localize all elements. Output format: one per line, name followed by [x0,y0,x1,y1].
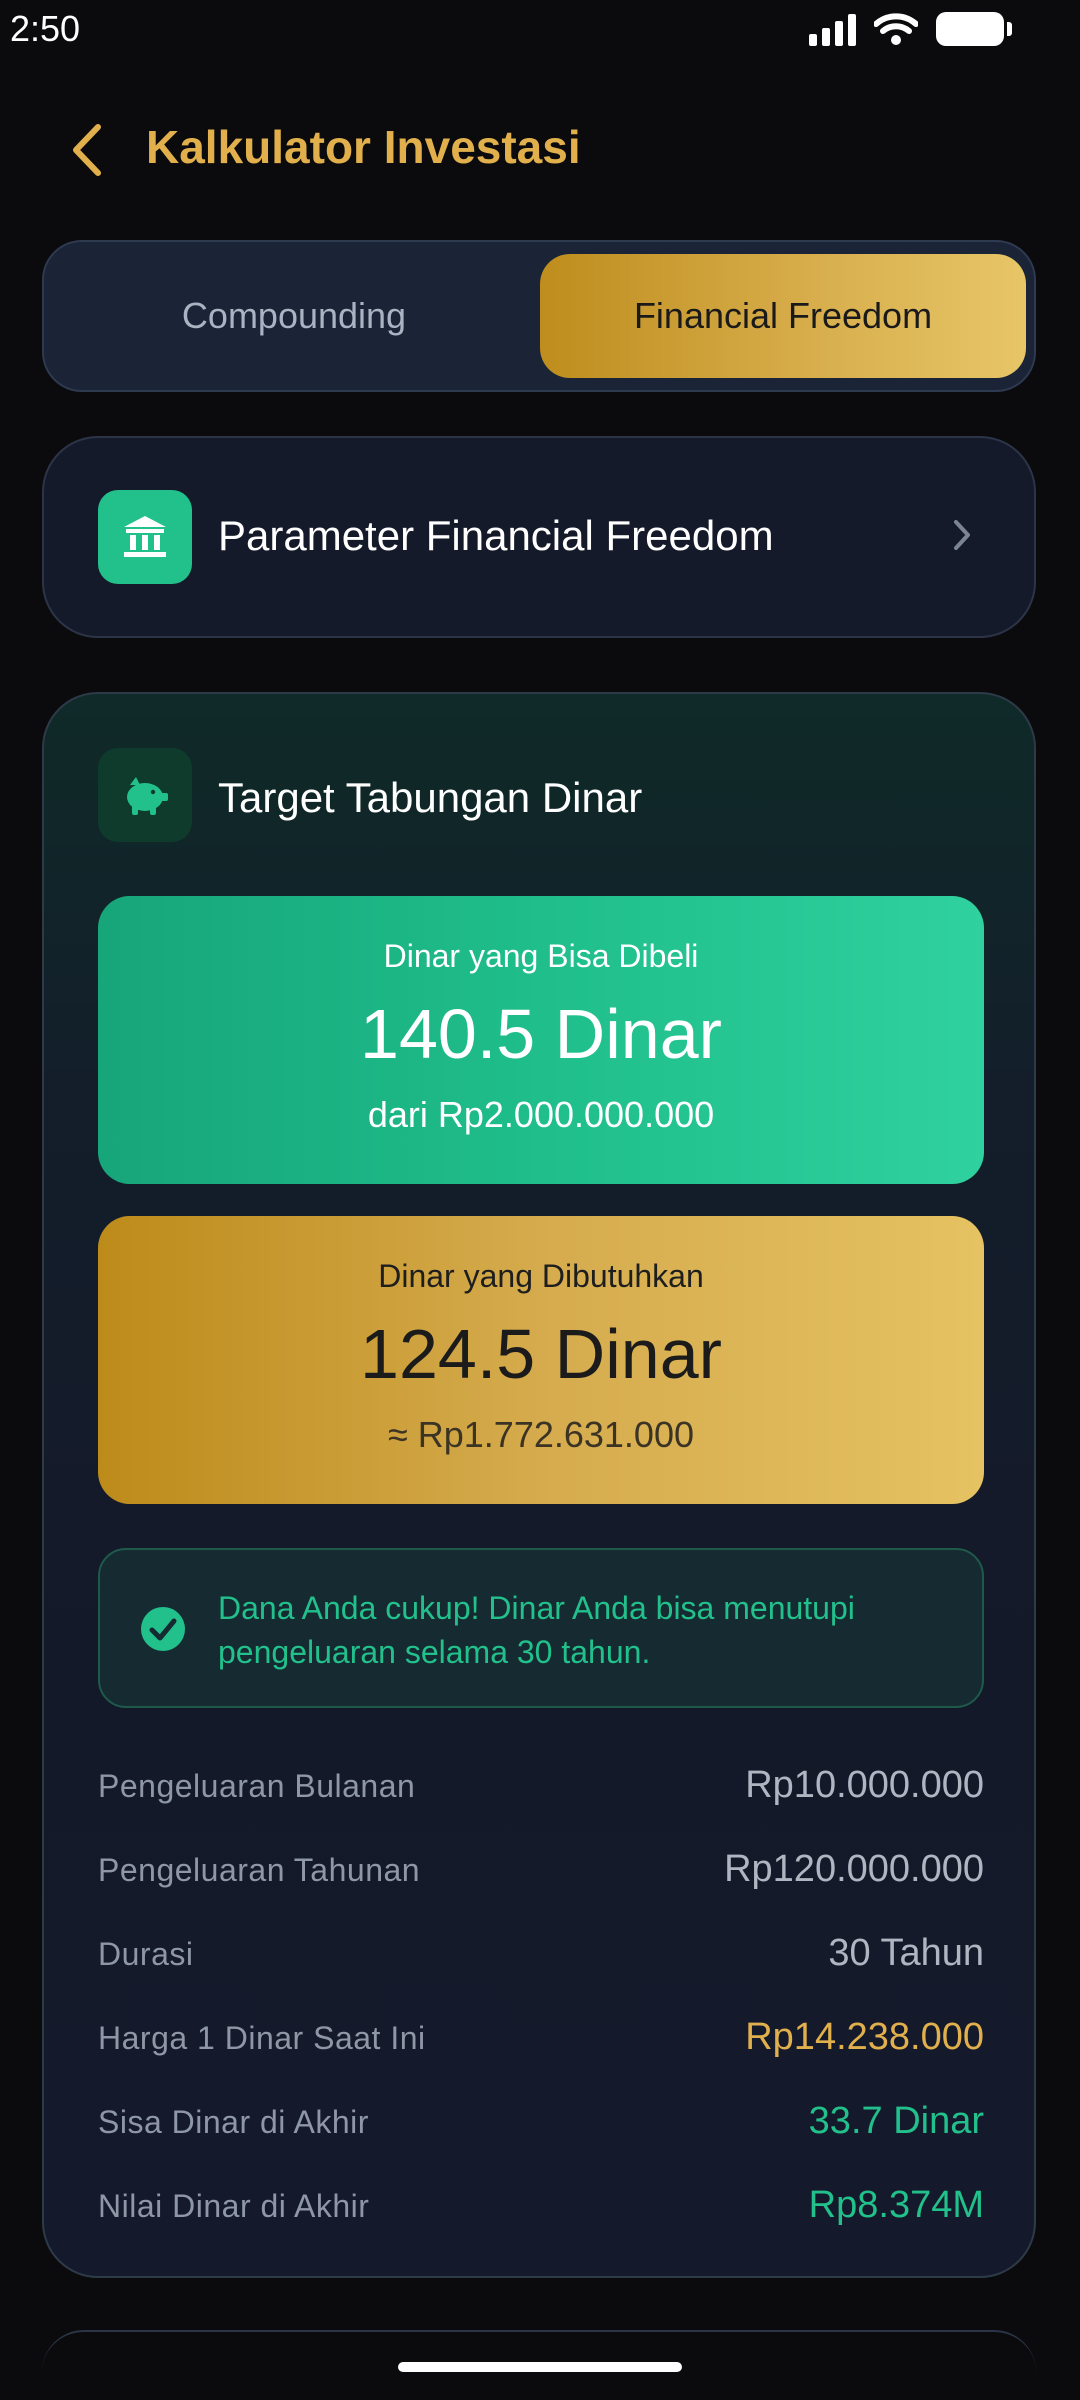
battery-icon [936,12,1012,46]
row-label: Nilai Dinar di Akhir [98,2188,370,2224]
dinar-buyable-label: Dinar yang Bisa Dibeli [383,938,699,974]
dinar-buyable-box: Dinar yang Bisa Dibeli 140.5 Dinar dari … [98,896,984,1184]
row-value: Rp8.374M [808,2184,984,2226]
status-bar: 2:50 [0,0,1080,62]
row-label: Harga 1 Dinar Saat Ini [98,2020,426,2056]
dinar-needed-value: 124.5 Dinar [360,1315,722,1393]
mode-tabs: Compounding Financial Freedom [42,240,1036,392]
status-icons [809,12,1012,46]
chevron-left-icon [73,124,101,176]
row-value: Rp120.000.000 [724,1848,984,1890]
row-label: Pengeluaran Tahunan [98,1852,421,1888]
target-title: Target Tabungan Dinar [218,774,643,821]
row-yearly-expense: Pengeluaran Tahunan Rp120.000.000 [98,1842,984,1902]
row-label: Durasi [98,1936,194,1972]
row-value: 30 Tahun [828,1932,984,1974]
notice-text: Dana Anda cukup! Dinar Anda bisa menutup… [218,1590,855,1670]
row-value: Rp14.238.000 [745,2016,984,2058]
dinar-buyable-sub: dari Rp2.000.000.000 [367,1094,715,1135]
row-label: Sisa Dinar di Akhir [98,2104,369,2140]
status-time: 2:50 [10,8,81,49]
target-card: Target Tabungan Dinar Dinar yang Bisa Di… [42,692,1036,2278]
sufficiency-notice: Dana Anda cukup! Dinar Anda bisa menutup… [98,1548,984,1708]
bank-icon [98,490,192,584]
dinar-needed-label: Dinar yang Dibutuhkan [378,1258,704,1294]
row-final-dinar-value: Nilai Dinar di Akhir Rp8.374M [98,2178,984,2238]
parameter-title: Parameter Financial Freedom [218,512,774,559]
row-label: Pengeluaran Bulanan [98,1768,416,1804]
tab-financial-freedom[interactable]: Financial Freedom [540,254,1026,378]
row-duration: Durasi 30 Tahun [98,1926,984,1986]
row-value: 33.7 Dinar [808,2100,984,2142]
parameter-card[interactable]: Parameter Financial Freedom [42,436,1036,638]
dinar-buyable-value: 140.5 Dinar [360,995,722,1073]
row-dinar-price: Harga 1 Dinar Saat Ini Rp14.238.000 [98,2010,984,2070]
app-header: Kalkulator Investasi [0,110,1080,190]
cellular-signal-icon [809,12,856,46]
wifi-icon [874,13,918,45]
row-value: Rp10.000.000 [745,1764,984,1806]
page-title: Kalkulator Investasi [146,121,581,173]
dinar-needed-sub: ≈ Rp1.772.631.000 [388,1414,694,1455]
row-monthly-expense: Pengeluaran Bulanan Rp10.000.000 [98,1758,984,1818]
chevron-right-icon [954,520,970,550]
back-button[interactable] [58,120,118,180]
tab-compounding[interactable]: Compounding [56,254,532,378]
check-circle-icon [141,1607,185,1651]
piggy-bank-icon [98,748,192,842]
dinar-needed-box: Dinar yang Dibutuhkan 124.5 Dinar ≈ Rp1.… [98,1216,984,1504]
row-remaining-dinar: Sisa Dinar di Akhir 33.7 Dinar [98,2094,984,2154]
home-indicator[interactable] [398,2362,682,2372]
